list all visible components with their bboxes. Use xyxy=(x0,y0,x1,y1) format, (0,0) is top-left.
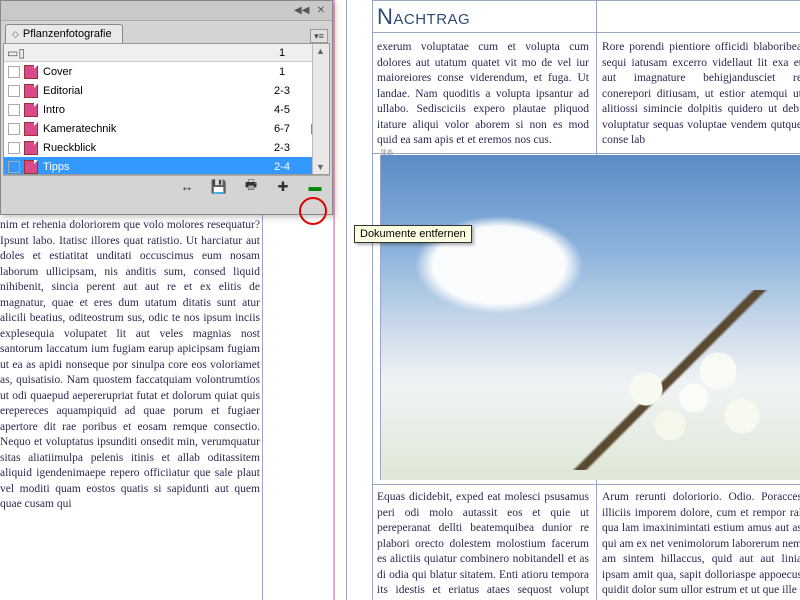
panel-menu-button[interactable]: ▾≡ xyxy=(310,29,328,43)
row-checkbox[interactable] xyxy=(8,142,20,154)
document-row[interactable]: Editorial2-3 xyxy=(4,81,329,100)
document-name: Kameratechnik xyxy=(43,123,257,135)
row-checkbox[interactable] xyxy=(8,104,20,116)
save-book-button[interactable]: 💾 xyxy=(210,179,228,195)
guide-horizontal xyxy=(372,484,800,485)
text-column-mid-bottom[interactable]: Equas dicidebit, exped eat molesci psusa… xyxy=(377,490,589,600)
remove-document-button[interactable]: ▬ xyxy=(306,179,324,195)
row-checkbox[interactable] xyxy=(8,85,20,97)
sync-styles-button[interactable]: ↔ xyxy=(178,179,196,195)
guide-vertical xyxy=(346,0,347,600)
guide-vertical xyxy=(372,0,373,600)
document-name: Cover xyxy=(43,66,257,78)
close-icon[interactable]: ✕ xyxy=(314,5,328,17)
panel-tab[interactable]: ◇ Pflanzenfotografie xyxy=(5,24,123,43)
row-checkbox[interactable] xyxy=(8,161,20,173)
row-checkbox[interactable] xyxy=(8,123,20,135)
guide-vertical-page-edge xyxy=(333,0,335,600)
tooltip: Dokumente entfernen xyxy=(354,225,472,243)
book-total-pages: 1 xyxy=(257,47,307,59)
dirty-indicator-icon: ◇ xyxy=(12,29,19,40)
row-checkbox[interactable] xyxy=(8,66,20,78)
indesign-doc-icon xyxy=(24,160,38,174)
document-pages: 2-3 xyxy=(257,142,307,154)
guide-horizontal xyxy=(372,153,800,154)
page-heading: Nachtrag xyxy=(377,4,470,30)
text-column-right-top[interactable]: Rore porendi pientiore officidi blaborib… xyxy=(602,40,800,150)
document-row[interactable]: Tipps2-4 xyxy=(4,157,329,175)
document-row[interactable]: Cover1 xyxy=(4,62,329,81)
document-row[interactable]: Rueckblick2-3 xyxy=(4,138,329,157)
panel-titlebar[interactable]: ◀◀ ✕ xyxy=(1,1,332,21)
book-icon: ▭▯ xyxy=(8,46,24,60)
document-name: Rueckblick xyxy=(43,142,257,154)
text-column-mid-top[interactable]: exerum voluptatae cum et volupta cum dol… xyxy=(377,40,589,150)
list-scrollbar[interactable] xyxy=(312,44,329,174)
panel-toolbar: ↔ 💾 🖶 ✚ ▬ xyxy=(3,175,330,197)
document-pages: 6-7 xyxy=(257,123,307,135)
document-pages: 2-3 xyxy=(257,85,307,97)
document-name: Tipps xyxy=(43,161,257,173)
document-row[interactable]: Intro4-5 xyxy=(4,100,329,119)
guide-horizontal xyxy=(372,32,800,33)
guide-horizontal xyxy=(372,0,800,1)
document-pages: 2-4 xyxy=(257,161,307,173)
indesign-doc-icon xyxy=(24,65,38,79)
document-pages: 1 xyxy=(257,66,307,78)
document-row[interactable]: Kameratechnik6-7⚠ xyxy=(4,119,329,138)
collapse-icon[interactable]: ◀◀ xyxy=(294,5,308,17)
indesign-doc-icon xyxy=(24,84,38,98)
indesign-doc-icon xyxy=(24,103,38,117)
document-pages: 4-5 xyxy=(257,104,307,116)
placed-image[interactable] xyxy=(380,155,800,480)
text-column-right-bottom[interactable]: Arum rerunti doloriorio. Odio. Poracces … xyxy=(602,490,800,600)
panel-tab-row: ◇ Pflanzenfotografie ▾≡ xyxy=(1,21,332,43)
document-list: ▭▯ 1 Cover1Editorial2-3Intro4-5Kameratec… xyxy=(3,43,330,175)
print-book-button[interactable]: 🖶 xyxy=(242,179,260,195)
book-panel: ◀◀ ✕ ◇ Pflanzenfotografie ▾≡ ▭▯ 1 Cover1… xyxy=(0,0,333,215)
add-document-button[interactable]: ✚ xyxy=(274,179,292,195)
panel-title: Pflanzenfotografie xyxy=(23,28,112,40)
book-header-row[interactable]: ▭▯ 1 xyxy=(4,44,329,62)
indesign-doc-icon xyxy=(24,122,38,136)
document-name: Editorial xyxy=(43,85,257,97)
text-column-left[interactable]: nim et rehenia doloriorem que volo molor… xyxy=(0,218,262,600)
indesign-doc-icon xyxy=(24,141,38,155)
document-name: Intro xyxy=(43,104,257,116)
